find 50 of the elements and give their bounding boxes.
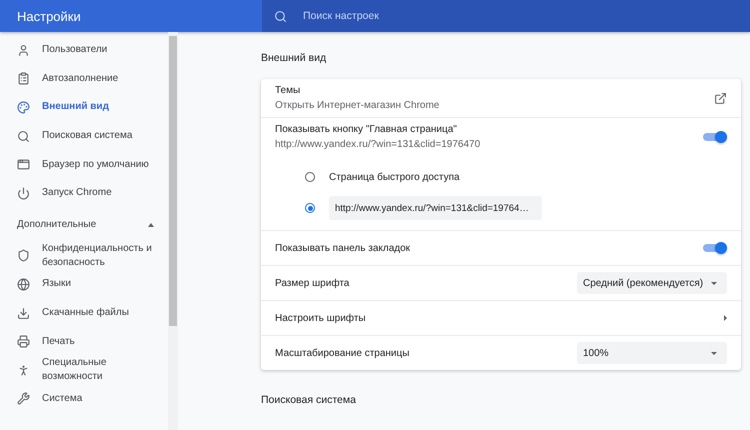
sidebar-item[interactable]: Поисковая система <box>0 122 168 150</box>
setting-title: Настроить шрифты <box>275 312 366 324</box>
search-icon <box>274 10 287 22</box>
setting-title: Масштабирование страницы <box>275 348 410 358</box>
radio-button[interactable] <box>305 172 315 182</box>
sidebar-item[interactable]: Печать <box>0 327 168 356</box>
setting-title: Показывать кнопку "Главная страница" <box>275 124 458 135</box>
clipboard-icon <box>17 72 30 86</box>
search-bar[interactable]: Поиск настроек <box>262 0 750 32</box>
sidebar-item[interactable]: Конфиденциальность и безопасность <box>0 242 168 270</box>
search-icon <box>17 130 30 143</box>
shield-icon <box>17 249 30 262</box>
advanced-section-toggle[interactable]: Дополнительные <box>0 208 168 242</box>
radio-button[interactable] <box>305 203 315 213</box>
external-link-icon[interactable] <box>714 92 727 104</box>
dropdown-select[interactable]: 100% <box>577 342 727 364</box>
dropdown-select[interactable]: Средний (рекомендуется) <box>577 272 727 294</box>
sidebar-item[interactable]: Языки <box>0 270 168 299</box>
sidebar-item[interactable]: Внешний вид <box>0 93 168 122</box>
setting-title: Показывать панель закладок <box>275 242 410 254</box>
scrollbar[interactable] <box>168 32 178 430</box>
browser-window-icon <box>17 158 30 172</box>
section-title: Внешний вид <box>261 52 328 66</box>
power-icon <box>17 186 30 200</box>
url-field[interactable]: http://www.yandex.ru/?win=131&clid=19764… <box>329 196 542 220</box>
toggle-switch[interactable] <box>703 242 727 254</box>
sidebar-item[interactable]: Специальные возможности <box>0 356 168 385</box>
globe-icon <box>17 278 30 291</box>
sidebar-item[interactable]: Браузер по умолчанию <box>0 150 168 179</box>
toggle-switch[interactable] <box>703 131 727 143</box>
setting-title: Темы <box>275 85 302 96</box>
sidebar-item[interactable]: Скачанные файлы <box>0 298 168 328</box>
radio-label: Страница быстрого доступа <box>329 172 460 182</box>
setting-title: Размер шрифта <box>275 278 350 288</box>
printer-icon <box>17 335 30 348</box>
setting-subtitle: Открыть Интернет-магазин Chrome <box>275 100 440 111</box>
setting-subtitle: http://www.yandex.ru/?win=131&clid=1976470 <box>275 139 480 150</box>
person-icon <box>17 44 30 57</box>
wrench-icon <box>17 392 30 406</box>
sidebar-item[interactable]: Пользователи <box>0 36 168 65</box>
download-icon <box>17 306 30 320</box>
page-title: Настройки <box>16 8 82 24</box>
sidebar-item[interactable]: Запуск Chrome <box>0 178 168 208</box>
search-field[interactable]: Поиск настроек <box>301 9 750 23</box>
section-title: Поисковая система <box>261 394 357 406</box>
chevron-icon[interactable] <box>724 315 727 321</box>
sidebar-item[interactable]: Система <box>0 384 168 414</box>
palette-icon <box>17 100 30 114</box>
sidebar-item[interactable]: Автозаполнение <box>0 64 168 94</box>
person-figure-icon <box>17 364 30 377</box>
